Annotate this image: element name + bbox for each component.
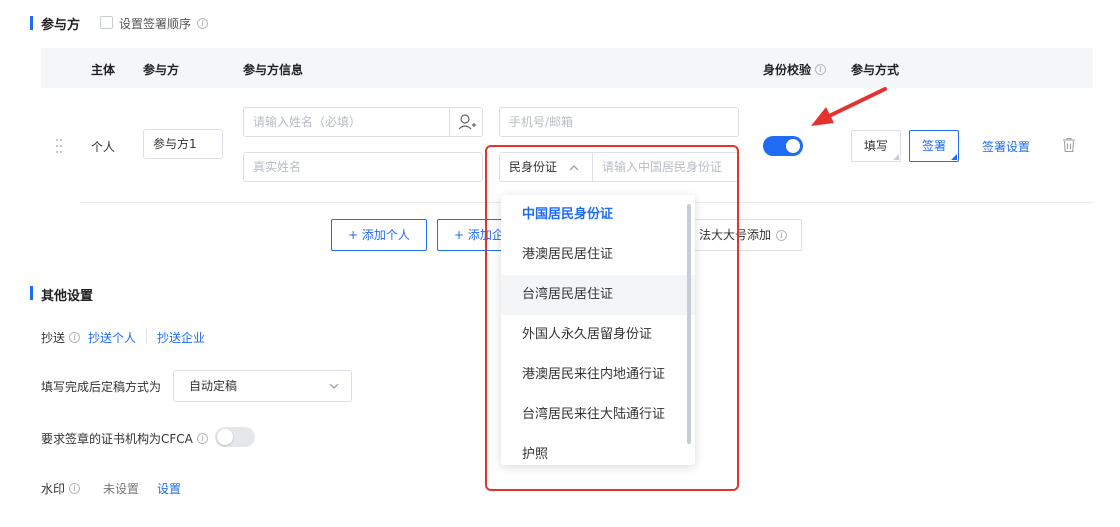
header-party-info: 参与方信息 (243, 63, 304, 77)
other-settings-title: 其他设置 (41, 289, 94, 304)
watermark-settings-link[interactable]: 设置 (157, 480, 181, 497)
sign-settings-link[interactable]: 签署设置 (982, 138, 1030, 155)
fill-button-label: 填写 (863, 139, 888, 153)
watermark-label: 水印 (41, 482, 66, 496)
header-party: 参与方 (143, 63, 180, 77)
info-icon[interactable]: i (776, 230, 787, 241)
divider (146, 329, 147, 343)
section-accent-bar (30, 286, 33, 300)
cfca-label: 要求签章的证书机构为CFCA (41, 432, 193, 446)
set-order-checkbox[interactable] (100, 16, 113, 29)
identity-check-toggle[interactable] (763, 136, 803, 156)
info-icon[interactable]: i (69, 332, 80, 343)
chevron-down-icon (328, 371, 340, 412)
corner-mark (893, 154, 899, 160)
info-icon[interactable]: i (197, 433, 208, 444)
header-subject: 主体 (91, 63, 116, 77)
drag-handle-icon[interactable] (55, 138, 63, 154)
table-header (41, 48, 1093, 88)
info-icon[interactable]: i (69, 483, 80, 494)
contact-input[interactable]: 手机号/邮箱 (499, 107, 739, 137)
set-order-label: 设置签署顺序 (119, 17, 192, 31)
section-accent-bar (30, 16, 33, 30)
name-input[interactable]: 请输入姓名（必填） (243, 107, 483, 137)
watermark-status: 未设置 (103, 482, 140, 496)
cfca-toggle[interactable] (215, 427, 255, 447)
info-icon[interactable]: i (197, 18, 208, 29)
add-contact-icon[interactable] (449, 108, 482, 136)
finalize-value: 自动定稿 (189, 379, 238, 393)
cc-label: 抄送 (41, 331, 66, 345)
finalize-label: 填写完成后定稿方式为 (41, 380, 162, 394)
row-subject: 个人 (91, 140, 116, 154)
participants-title: 参与方 (41, 18, 81, 33)
trash-icon[interactable] (1062, 137, 1076, 156)
finalize-select[interactable]: 自动定稿 (173, 370, 352, 402)
info-icon[interactable]: i (815, 64, 826, 75)
header-method: 参与方式 (851, 63, 900, 77)
add-personal-button[interactable]: + 添加个人 (331, 219, 427, 251)
toggle-knob (786, 139, 800, 153)
header-identity-check: 身份校验 (763, 63, 812, 77)
toggle-knob (217, 429, 233, 445)
sign-button[interactable]: 签署 (909, 130, 959, 162)
cc-company-link[interactable]: 抄送企业 (157, 329, 205, 346)
corner-mark (951, 154, 957, 160)
party-name-input[interactable]: 参与方1 (143, 129, 223, 159)
cc-personal-link[interactable]: 抄送个人 (88, 329, 136, 346)
annotation-arrow-icon (805, 84, 890, 135)
highlight-frame (485, 145, 739, 491)
sign-button-label: 签署 (921, 139, 946, 153)
realname-input[interactable]: 真实姓名 (243, 152, 483, 182)
